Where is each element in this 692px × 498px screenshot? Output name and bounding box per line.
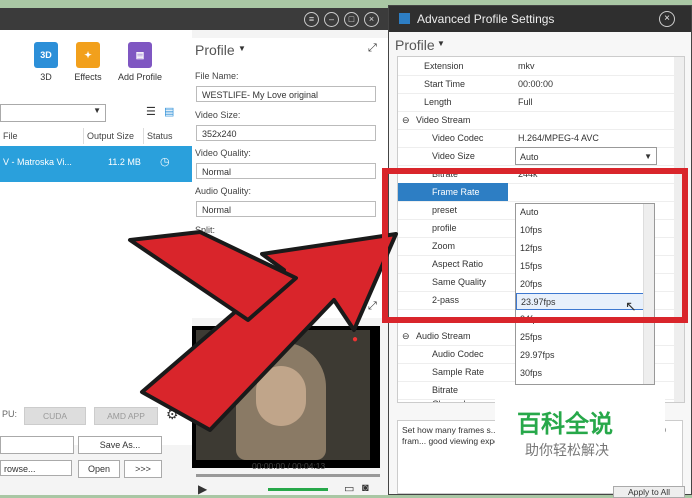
watermark: 百科全说 助你轻松解决 (495, 398, 665, 468)
watermark-title: 百科全说 (517, 411, 613, 438)
red-highlight-box (382, 168, 688, 323)
watermark-subtitle: 助你轻松解决 (525, 442, 609, 458)
